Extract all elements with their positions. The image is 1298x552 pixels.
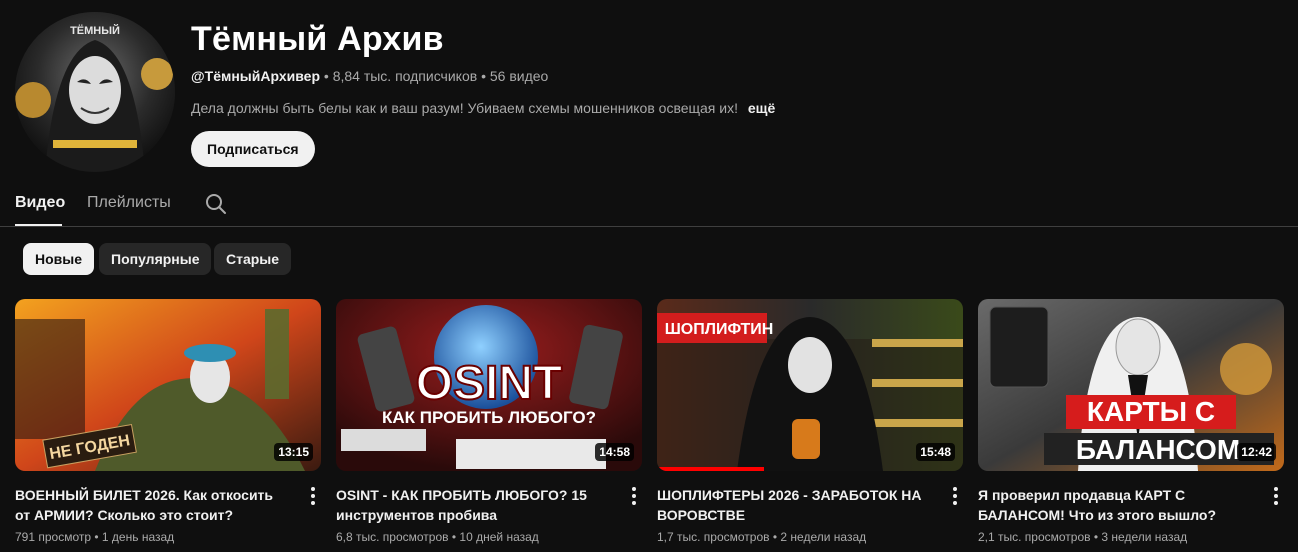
more-options-icon[interactable] [1270,485,1282,505]
chip-oldest[interactable]: Старые [214,243,292,275]
video-duration: 12:42 [1237,443,1276,461]
subscriber-count: 8,84 тыс. подписчиков [332,68,478,84]
video-views: 6,8 тыс. просмотров [336,530,449,544]
video-age: 10 дней назад [459,530,539,544]
video-title[interactable]: OSINT - КАК ПРОБИТЬ ЛЮБОГО? 15 инструмен… [336,485,612,525]
meta-separator: • [1093,530,1099,544]
video-views: 791 просмотр [15,530,92,544]
description-more-link[interactable]: ещё [748,100,775,116]
video-thumbnail[interactable]: OSINT КАК ПРОБИТЬ ЛЮБОГО? 14:58 [336,299,642,471]
thumbnail-subcaption: БАЛАНСОМ [1076,434,1240,465]
video-thumbnail[interactable]: ШОПЛИФТИН 15:48 [657,299,963,471]
chip-newest[interactable]: Новые [23,243,95,275]
channel-tabs: Видео Плейлисты [0,178,1298,227]
description-text: Дела должны быть белы как и ваш разум! У… [191,100,738,116]
thumbnail-subcaption: КАК ПРОБИТЬ ЛЮБОГО? [382,408,596,427]
watch-progress-bar [657,467,765,471]
meta-separator: • [481,68,486,84]
channel-meta: @ТёмныйАрхивер • 8,84 тыс. подписчиков •… [191,68,548,84]
video-views: 1,7 тыс. просмотров [657,530,770,544]
video-title[interactable]: ВОЕННЫЙ БИЛЕТ 2026. Как откосить от АРМИ… [15,485,291,525]
channel-title: Тёмный Архив [191,20,444,58]
channel-handle: @ТёмныйАрхивер [191,68,320,84]
video-thumbnail[interactable]: КАРТЫ С БАЛАНСОМ 12:42 [978,299,1284,471]
meta-separator: • [772,530,778,544]
avatar-logo-text: ТЁМНЫЙ [70,24,120,37]
thumbnail-caption: КАРТЫ С [1087,396,1215,427]
chip-popular[interactable]: Популярные [99,243,212,275]
meta-separator: • [94,530,99,544]
more-options-icon[interactable] [949,485,961,505]
video-age: 3 недели назад [1101,530,1188,544]
meta-separator: • [323,68,329,84]
video-meta: 2,1 тыс. просмотров • 3 недели назад [978,530,1187,544]
video-card[interactable]: НЕ ГОДЕН 13:15 ВОЕННЫЙ БИЛЕТ 2026. Как о… [15,299,321,544]
video-title[interactable]: Я проверил продавца КАРТ С БАЛАНСОМ! Что… [978,485,1254,525]
channel-avatar[interactable]: ТЁМНЫЙ [15,12,175,172]
thumbnail-caption: OSINT [416,357,563,410]
tab-videos[interactable]: Видео [15,194,65,212]
video-card[interactable]: КАРТЫ С БАЛАНСОМ 12:42 Я проверил продав… [978,299,1284,544]
video-duration: 15:48 [916,443,955,461]
video-meta: 1,7 тыс. просмотров • 2 недели назад [657,530,866,544]
video-meta: 791 просмотр • 1 день назад [15,530,174,544]
more-options-icon[interactable] [628,485,640,505]
video-duration: 13:15 [274,443,313,461]
more-options-icon[interactable] [307,485,319,505]
video-title[interactable]: ШОПЛИФТЕРЫ 2026 - ЗАРАБОТОК НА ВОРОВСТВЕ [657,485,933,525]
tab-playlists[interactable]: Плейлисты [87,194,171,212]
channel-description[interactable]: Дела должны быть белы как и ваш разум! У… [191,100,775,116]
video-views: 2,1 тыс. просмотров [978,530,1091,544]
thumbnail-caption: ШОПЛИФТИН [665,321,774,338]
video-age: 2 недели назад [780,530,867,544]
video-age: 1 день назад [101,530,175,544]
search-icon[interactable] [204,192,228,216]
meta-separator: • [451,530,457,544]
video-meta: 6,8 тыс. просмотров • 10 дней назад [336,530,539,544]
video-card[interactable]: OSINT КАК ПРОБИТЬ ЛЮБОГО? 14:58 OSINT - … [336,299,642,544]
video-card[interactable]: ШОПЛИФТИН 15:48 ШОПЛИФТЕРЫ 2026 - ЗАРАБО… [657,299,963,544]
subscribe-button[interactable]: Подписаться [191,131,315,167]
video-count: 56 видео [489,68,549,84]
video-duration: 14:58 [595,443,634,461]
video-thumbnail[interactable]: НЕ ГОДЕН 13:15 [15,299,321,471]
active-tab-indicator [15,224,62,226]
